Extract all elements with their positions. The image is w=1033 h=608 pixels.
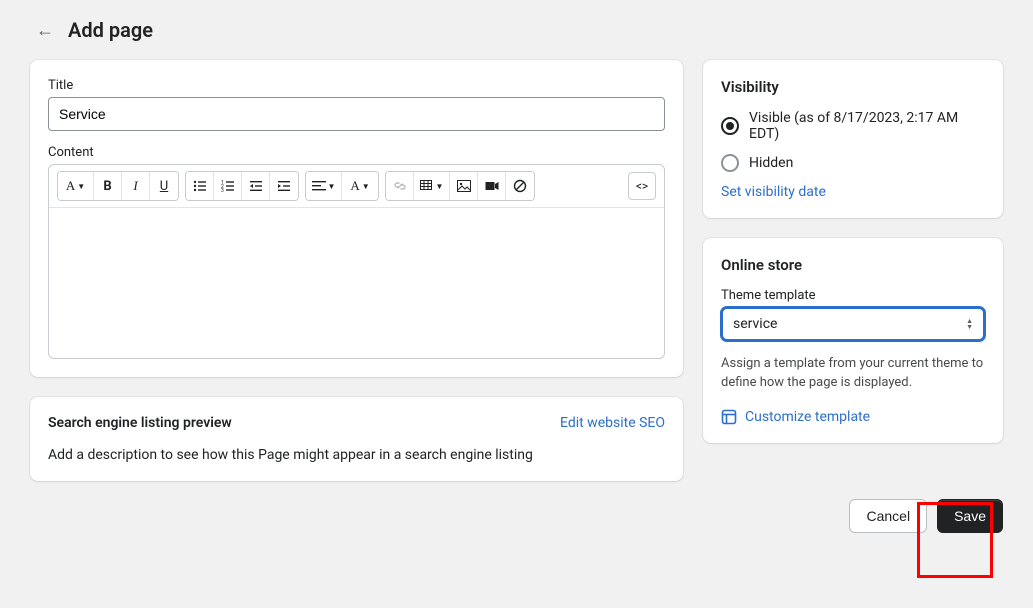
numbered-list-button[interactable]: 123 (214, 172, 242, 200)
radio-unselected-icon (721, 154, 739, 172)
paragraph-style-button[interactable]: A▼ (58, 172, 94, 200)
video-button[interactable] (478, 172, 506, 200)
indent-button[interactable] (270, 172, 298, 200)
visibility-card: Visibility Visible (as of 8/17/2023, 2:1… (703, 60, 1003, 218)
title-label: Title (48, 78, 665, 93)
visibility-hidden-label: Hidden (749, 155, 793, 171)
image-button[interactable] (450, 172, 478, 200)
customize-template-label: Customize template (745, 409, 870, 425)
radio-selected-icon (721, 117, 739, 135)
html-view-button[interactable]: <> (628, 172, 656, 200)
outdent-button[interactable] (242, 172, 270, 200)
online-store-card: Online store Theme template service ▲▼ A… (703, 238, 1003, 443)
content-editor-area[interactable] (49, 208, 664, 358)
theme-template-select[interactable]: service ▲▼ (721, 307, 985, 341)
customize-icon (721, 409, 737, 425)
text-color-button[interactable]: A▼ (342, 172, 378, 200)
save-button[interactable]: Save (937, 499, 1003, 533)
visibility-visible-label: Visible (as of 8/17/2023, 2:17 AM EDT) (749, 110, 985, 142)
select-sort-icon: ▲▼ (966, 318, 973, 330)
svg-text:3: 3 (221, 188, 224, 193)
table-button[interactable]: ▼ (414, 172, 450, 200)
underline-button[interactable]: U (150, 172, 178, 200)
theme-template-value: service (733, 316, 777, 332)
page-title: Add page (68, 18, 153, 42)
title-input[interactable] (48, 97, 665, 131)
clear-format-button[interactable] (506, 172, 534, 200)
visibility-title: Visibility (721, 78, 985, 96)
italic-button[interactable]: I (122, 172, 150, 200)
seo-card: Search engine listing preview Edit websi… (30, 397, 683, 481)
set-visibility-date-link[interactable]: Set visibility date (721, 184, 826, 200)
cancel-button[interactable]: Cancel (849, 499, 927, 533)
edit-seo-link[interactable]: Edit website SEO (560, 415, 665, 431)
bold-button[interactable]: B (94, 172, 122, 200)
seo-description: Add a description to see how this Page m… (48, 447, 665, 463)
bullet-list-button[interactable] (186, 172, 214, 200)
visibility-hidden-radio[interactable]: Hidden (721, 154, 985, 172)
align-button[interactable]: ▼ (306, 172, 342, 200)
back-arrow-icon[interactable]: ← (36, 20, 54, 41)
editor-toolbar: A▼ B I U 123 (49, 165, 664, 208)
customize-template-link[interactable]: Customize template (721, 409, 985, 425)
online-store-title: Online store (721, 256, 985, 274)
page-content-card: Title Content A▼ B I U (30, 60, 683, 377)
seo-title: Search engine listing preview (48, 415, 232, 431)
theme-template-label: Theme template (721, 288, 985, 303)
visibility-visible-radio[interactable]: Visible (as of 8/17/2023, 2:17 AM EDT) (721, 110, 985, 142)
content-label: Content (48, 145, 665, 160)
link-button[interactable] (386, 172, 414, 200)
rich-text-editor: A▼ B I U 123 (48, 164, 665, 359)
template-helper-text: Assign a template from your current them… (721, 355, 985, 393)
